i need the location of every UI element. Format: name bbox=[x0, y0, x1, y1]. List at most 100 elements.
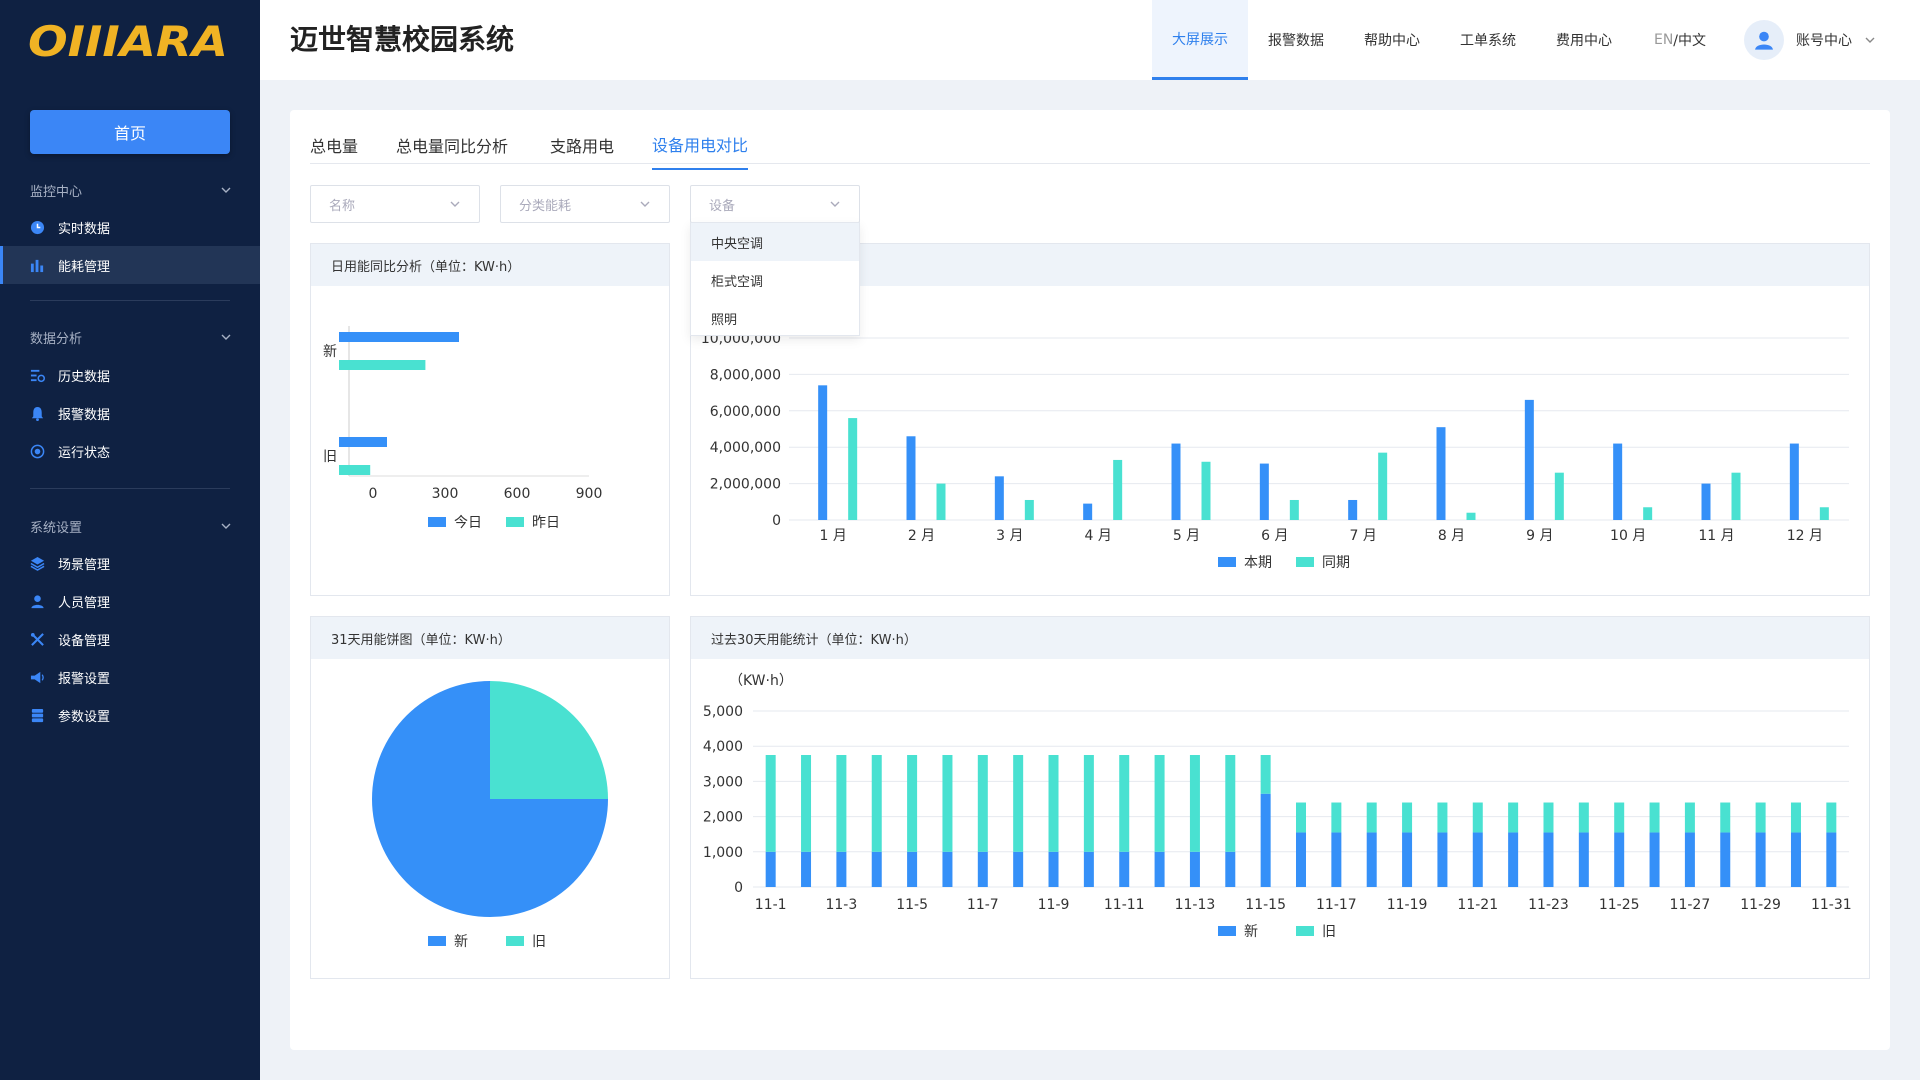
home-button[interactable]: 首页 bbox=[30, 110, 230, 154]
sidebar-item-realtime-data[interactable]: 实时数据 bbox=[0, 208, 260, 246]
sidebar-item-device-management[interactable]: 设备管理 bbox=[0, 620, 260, 658]
bar-新 bbox=[1543, 832, 1554, 887]
sidebar-item-alarm-settings[interactable]: 报警设置 bbox=[0, 658, 260, 696]
sidebar-item-label: 设备管理 bbox=[58, 633, 111, 649]
device-dropdown: 中央空调 柜式空调 照明 bbox=[690, 222, 860, 336]
x-tick-label: 11-27 bbox=[1670, 897, 1711, 913]
dropdown-option-cabinet-ac[interactable]: 柜式空调 bbox=[691, 261, 859, 299]
bar-旧 bbox=[1508, 802, 1519, 833]
bar-本期 bbox=[994, 476, 1004, 520]
sidebar-item-label: 历史数据 bbox=[58, 369, 111, 385]
account-center-menu[interactable]: 账号中心 bbox=[1796, 0, 1876, 80]
chevron-down-icon bbox=[1865, 37, 1875, 43]
sidebar-item-label: 运行状态 bbox=[58, 445, 111, 461]
bar-本期 bbox=[1171, 443, 1181, 520]
daily-yoy-chart: 新旧 0 300 600 900 今日 昨日 bbox=[323, 326, 603, 531]
legend-label: 同期 bbox=[1322, 555, 1350, 571]
sidebar-item-history-data[interactable]: 历史数据 bbox=[0, 356, 260, 394]
x-tick-label: 11-1 bbox=[755, 897, 787, 913]
legend-label: 新 bbox=[1244, 924, 1258, 940]
section-data-analysis[interactable]: 数据分析 bbox=[30, 325, 232, 349]
legend-label: 旧 bbox=[1322, 924, 1336, 940]
bar-同期 bbox=[1731, 472, 1741, 520]
sidebar-item-scene-management[interactable]: 场景管理 bbox=[0, 544, 260, 582]
bar-新 bbox=[1331, 832, 1342, 887]
bar-本期 bbox=[1259, 463, 1269, 520]
language-switch[interactable]: EN/中文 bbox=[1632, 0, 1728, 80]
lang-zh: /中文 bbox=[1673, 33, 1707, 49]
app-title: 迈世智慧校园系统 bbox=[290, 23, 515, 56]
brand-logo: OIIIARA bbox=[28, 18, 228, 62]
bar-新 bbox=[836, 851, 847, 887]
x-tick-label: 0 bbox=[369, 486, 378, 502]
x-tick-label: 11-5 bbox=[896, 897, 928, 913]
x-tick-label: 8 月 bbox=[1438, 528, 1465, 544]
chevron-down-icon bbox=[221, 334, 231, 340]
topnav-work-order[interactable]: 工单系统 bbox=[1440, 0, 1536, 80]
bar-新 bbox=[1649, 832, 1660, 887]
sidebar-item-energy-management[interactable]: 能耗管理 bbox=[0, 246, 260, 284]
chevron-down-icon bbox=[640, 201, 650, 207]
bar-本期 bbox=[818, 385, 828, 520]
legend-swatch bbox=[506, 517, 524, 527]
user-avatar-icon bbox=[1755, 31, 1773, 50]
x-tick-label: 9 月 bbox=[1526, 528, 1553, 544]
bar-本期 bbox=[1348, 499, 1358, 520]
avatar[interactable] bbox=[1744, 20, 1784, 60]
x-tick-label: 5 月 bbox=[1173, 528, 1200, 544]
y-tick-label: 6,000,000 bbox=[710, 404, 781, 420]
name-select[interactable]: 名称 bbox=[310, 185, 480, 223]
monthly-compare-card: 0 2,000,000 4,000,000 6,000,000 8,000,000 10,… bbox=[690, 243, 1870, 596]
dropdown-option-lighting[interactable]: 照明 bbox=[691, 299, 859, 337]
top-bar: 迈世智慧校园系统 大屏展示 报警数据 帮助中心 工单系统 费用中心 EN/中文 … bbox=[260, 0, 1920, 80]
x-tick-label: 12 月 bbox=[1787, 528, 1823, 544]
card-title: 31天用能饼图（单位：KW·h） bbox=[311, 617, 669, 659]
sidebar-item-alarm-data[interactable]: 报警数据 bbox=[0, 394, 260, 432]
section-system-settings[interactable]: 系统设置 bbox=[30, 514, 232, 538]
x-tick-label: 11-23 bbox=[1528, 897, 1569, 913]
bar-今日 bbox=[339, 332, 459, 342]
bar-旧 bbox=[1543, 802, 1554, 833]
x-tick-label: 10 月 bbox=[1610, 528, 1646, 544]
y-tick-label: 2,000 bbox=[703, 810, 743, 826]
category-select[interactable]: 分类能耗 bbox=[500, 185, 670, 223]
bar-同期 bbox=[1643, 507, 1653, 520]
bar-本期 bbox=[1701, 483, 1711, 520]
x-tick-label: 3 月 bbox=[996, 528, 1023, 544]
x-tick-label: 4 月 bbox=[1084, 528, 1111, 544]
bar-同期 bbox=[1378, 452, 1388, 520]
bar-同期 bbox=[936, 483, 946, 520]
bar-同期 bbox=[1554, 472, 1564, 520]
sidebar-item-staff-management[interactable]: 人员管理 bbox=[0, 582, 260, 620]
y-axis-label: （KW·h） bbox=[729, 673, 793, 689]
bar-本期 bbox=[1524, 399, 1534, 520]
x-tick-label: 2 月 bbox=[908, 528, 935, 544]
bar-旧 bbox=[977, 755, 988, 852]
x-tick-label: 11-13 bbox=[1175, 897, 1216, 913]
bar-新 bbox=[1260, 793, 1271, 887]
bar-旧 bbox=[1402, 802, 1413, 833]
chevron-down-icon bbox=[221, 187, 231, 193]
y-tick-label: 4,000 bbox=[703, 739, 743, 755]
bar-旧 bbox=[836, 755, 847, 852]
bar-同期 bbox=[848, 418, 858, 520]
bar-新 bbox=[801, 851, 812, 887]
topnav-help-center[interactable]: 帮助中心 bbox=[1344, 0, 1440, 80]
device-select[interactable]: 设备 bbox=[690, 185, 860, 223]
section-monitor-center[interactable]: 监控中心 bbox=[30, 178, 232, 202]
chevron-down-icon bbox=[221, 523, 231, 529]
x-tick-label: 11 月 bbox=[1698, 528, 1734, 544]
bar-旧 bbox=[1614, 802, 1625, 833]
dropdown-option-central-ac[interactable]: 中央空调 bbox=[691, 223, 859, 261]
sidebar-item-running-status[interactable]: 运行状态 bbox=[0, 432, 260, 470]
topnav-alarm-data[interactable]: 报警数据 bbox=[1248, 0, 1344, 80]
bar-新 bbox=[1225, 851, 1236, 887]
topnav-billing-center[interactable]: 费用中心 bbox=[1536, 0, 1632, 80]
bar-chart-icon bbox=[30, 258, 45, 273]
x-tick-label: 900 bbox=[576, 486, 603, 502]
bar-旧 bbox=[1154, 755, 1165, 852]
pie-card: 31天用能饼图（单位：KW·h） 新旧 bbox=[310, 616, 670, 979]
sidebar-item-parameter-settings[interactable]: 参数设置 bbox=[0, 696, 260, 734]
bar-新 bbox=[1048, 851, 1059, 887]
topnav-big-screen[interactable]: 大屏展示 bbox=[1152, 0, 1248, 80]
